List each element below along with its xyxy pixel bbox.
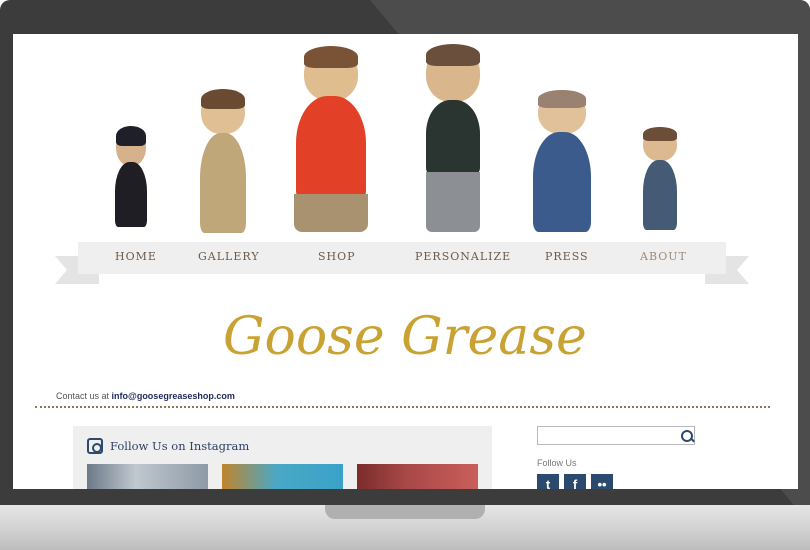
instagram-thumb[interactable] — [357, 464, 478, 489]
contact-email-link[interactable]: info@goosegreaseshop.com — [112, 391, 235, 401]
contact-prefix: Contact us at — [56, 391, 110, 401]
instagram-thumb[interactable] — [87, 464, 208, 489]
nav-ribbon — [78, 242, 726, 274]
doll-3 — [294, 46, 368, 232]
instagram-icon — [87, 438, 103, 454]
browser-screen: HOME GALLERY SHOP PERSONALIZE PRESS ABOU… — [13, 34, 798, 489]
doll-1 — [113, 126, 149, 231]
dotted-divider — [35, 406, 770, 408]
logo-text: Goose Grease — [223, 307, 587, 367]
facebook-icon[interactable]: f — [564, 474, 586, 489]
twitter-icon[interactable]: t — [537, 474, 559, 489]
doll-6 — [641, 127, 679, 232]
flickr-icon[interactable]: •• — [591, 474, 613, 489]
nav-home[interactable]: HOME — [115, 250, 157, 263]
instagram-title: Follow Us on Instagram — [110, 439, 250, 453]
search-icon[interactable] — [681, 430, 693, 442]
doll-4 — [425, 44, 481, 232]
instagram-panel: Follow Us on Instagram — [73, 426, 492, 489]
doll-2 — [198, 89, 248, 233]
nav-gallery[interactable]: GALLERY — [198, 250, 260, 263]
contact-line: Contact us at info@goosegreaseshop.com — [56, 391, 235, 401]
nav-shop[interactable]: SHOP — [318, 250, 356, 263]
site-logo[interactable]: Goose Grease — [213, 292, 593, 382]
doll-5 — [531, 90, 593, 232]
nav-personalize[interactable]: PERSONALIZE — [415, 250, 511, 263]
search-input[interactable] — [537, 426, 695, 445]
nav-press[interactable]: PRESS — [545, 250, 589, 263]
nav-about[interactable]: ABOUT — [640, 250, 687, 263]
follow-us-label: Follow Us — [537, 458, 577, 468]
laptop-notch — [325, 505, 485, 519]
instagram-thumb[interactable] — [222, 464, 343, 489]
